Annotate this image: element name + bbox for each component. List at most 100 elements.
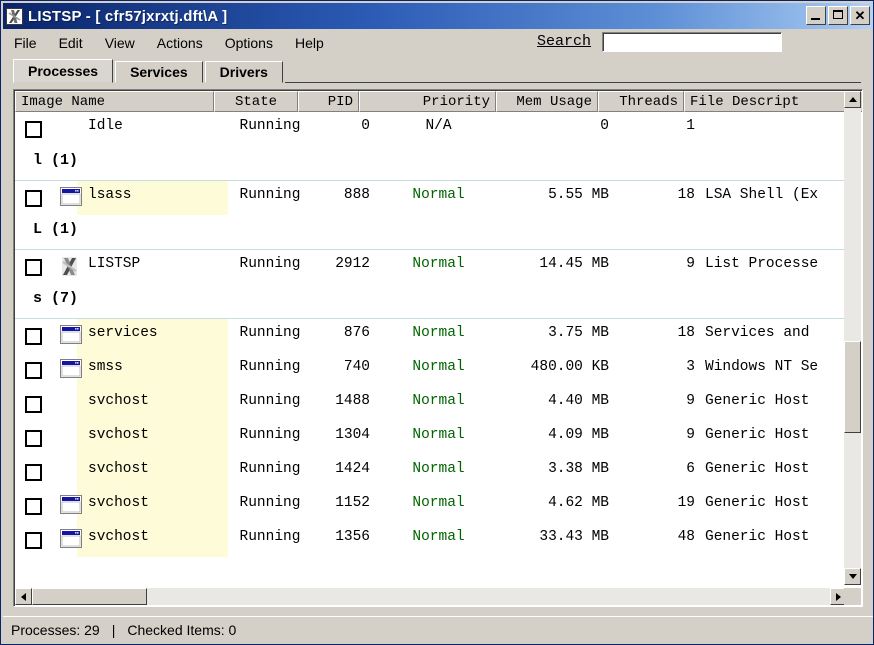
cell-priority: Normal (412, 325, 465, 341)
row-checkbox[interactable] (25, 328, 42, 345)
row-checkbox[interactable] (25, 121, 42, 138)
cell-image-name: svchost (88, 529, 149, 545)
cell-state: Running (239, 187, 301, 203)
cell-state: Running (239, 359, 301, 375)
table-row[interactable]: smss Running 740 Normal 480.00 KB 3 Windows NT… (15, 353, 847, 387)
horizontal-scrollbar[interactable] (15, 588, 847, 605)
vertical-scrollbar[interactable] (844, 91, 861, 585)
table-row[interactable]: svchost Running 1304 Normal 4.09 MB 9 Generic … (15, 421, 847, 455)
table-row[interactable]: lsass Running 888 Normal 5.55 MB 18 LSA Shell … (15, 181, 847, 215)
tab-processes[interactable]: Processes (13, 59, 114, 83)
tab-services[interactable]: Services (115, 61, 203, 83)
table-row[interactable]: Idle Running 0 N/A 0 1 (15, 112, 847, 146)
tab-strip: Processes Services Drivers (13, 59, 861, 83)
vertical-scroll-thumb[interactable] (844, 341, 861, 433)
status-checked-count: Checked Items: 0 (127, 621, 237, 638)
row-checkbox[interactable] (25, 362, 42, 379)
search-button[interactable]: Search (533, 31, 595, 52)
cell-image-name: lsass (88, 187, 132, 203)
window-title: LISTSP - [ cfr57jxrxtj.dft\A ] (28, 7, 228, 25)
cell-pid: 1424 (335, 461, 370, 477)
status-separator: | (111, 621, 116, 638)
column-header-threads[interactable]: Threads (598, 91, 684, 112)
column-header-pid[interactable]: PID (298, 91, 359, 112)
cell-threads: 48 (677, 529, 695, 545)
row-checkbox[interactable] (25, 190, 42, 207)
cell-state: Running (239, 325, 301, 341)
row-checkbox[interactable] (25, 532, 42, 549)
tab-drivers[interactable]: Drivers (204, 61, 283, 83)
row-checkbox[interactable] (25, 464, 42, 481)
cell-pid: 1304 (335, 427, 370, 443)
group-header-row: s (7) (15, 284, 847, 319)
table-row[interactable]: services Running 876 Normal 3.75 MB 18 Service… (15, 319, 847, 353)
scroll-up-button[interactable] (844, 91, 861, 108)
scroll-down-button[interactable] (844, 568, 861, 585)
menu-help[interactable]: Help (284, 32, 335, 54)
menu-bar: File Edit View Actions Options Help Sear… (3, 29, 873, 56)
cell-state: Running (239, 495, 301, 511)
group-header-row: l (1) (15, 146, 847, 181)
cell-pid: 2912 (335, 256, 370, 272)
close-button[interactable]: ✕ (850, 6, 870, 25)
cell-threads: 3 (686, 359, 695, 375)
cell-file-description: LSA Shell (Ex (705, 187, 819, 203)
cell-file-description: Windows NT Se (705, 359, 819, 375)
menu-view[interactable]: View (94, 32, 146, 54)
group-header-row: L (1) (15, 215, 847, 250)
cell-file-description: List Processe (705, 256, 819, 272)
cell-file-description: Generic Host (705, 495, 810, 511)
menu-edit[interactable]: Edit (48, 32, 94, 54)
column-header-priority[interactable]: Priority (359, 91, 496, 112)
column-header-file-description[interactable]: File Descript (684, 91, 846, 112)
search-input[interactable] (602, 31, 783, 52)
table-row[interactable]: svchost Running 1152 Normal 4.62 MB 19 Generic… (15, 489, 847, 523)
cell-threads: 19 (677, 495, 695, 511)
row-checkbox[interactable] (25, 396, 42, 413)
cell-image-name: LISTSP (88, 256, 141, 272)
table-row[interactable]: LISTSP Running 2912 Normal 14.45 MB 9 List Pro… (15, 250, 847, 284)
cell-file-description: Services and (705, 325, 810, 341)
row-checkbox[interactable] (25, 498, 42, 515)
column-header-state[interactable]: State (214, 91, 298, 112)
cell-file-description: Generic Host (705, 427, 810, 443)
maximize-button[interactable] (828, 6, 848, 25)
cell-mem-usage: 3.75 MB (548, 325, 609, 341)
cell-threads: 9 (686, 256, 695, 272)
menu-actions[interactable]: Actions (146, 32, 214, 54)
cell-pid: 876 (343, 325, 370, 341)
cell-mem-usage: 14.45 MB (539, 256, 609, 272)
cell-pid: 740 (343, 359, 370, 375)
scroll-left-button[interactable] (15, 588, 32, 605)
menu-options[interactable]: Options (214, 32, 284, 54)
cell-pid: 1152 (335, 495, 370, 511)
row-checkbox[interactable] (25, 259, 42, 276)
cell-threads: 1 (686, 118, 695, 134)
table-row[interactable]: svchost Running 1356 Normal 33.43 MB 48 Generi… (15, 523, 847, 557)
menu-file[interactable]: File (3, 32, 48, 54)
table-row[interactable]: svchost Running 1424 Normal 3.38 MB 6 Generic … (15, 455, 847, 489)
cell-state: Running (239, 529, 301, 545)
row-checkbox[interactable] (25, 430, 42, 447)
cell-threads: 6 (686, 461, 695, 477)
cell-priority: Normal (412, 495, 465, 511)
minimize-button[interactable] (806, 6, 826, 25)
window-icon (60, 187, 82, 208)
horizontal-scroll-thumb[interactable] (32, 588, 147, 605)
cell-file-description: Generic Host (705, 529, 810, 545)
cell-mem-usage: 5.55 MB (548, 187, 609, 203)
table-row[interactable]: svchost Running 1488 Normal 4.40 MB 9 Generic … (15, 387, 847, 421)
cell-priority: Normal (412, 359, 465, 375)
scrollbar-corner (844, 588, 861, 605)
cell-file-description: Generic Host (705, 461, 810, 477)
title-bar: LISTSP - [ cfr57jxrxtj.dft\A ] ✕ (3, 3, 873, 29)
cell-state: Running (239, 427, 301, 443)
status-processes-count: Processes: 29 (11, 621, 100, 638)
column-header-image-name[interactable]: Image Name (15, 91, 214, 112)
window-icon (60, 529, 82, 550)
cell-mem-usage: 480.00 KB (530, 359, 609, 375)
cell-threads: 18 (677, 325, 695, 341)
column-header-mem-usage[interactable]: Mem Usage (496, 91, 598, 112)
window-controls: ✕ (806, 6, 870, 25)
cell-threads: 18 (677, 187, 695, 203)
